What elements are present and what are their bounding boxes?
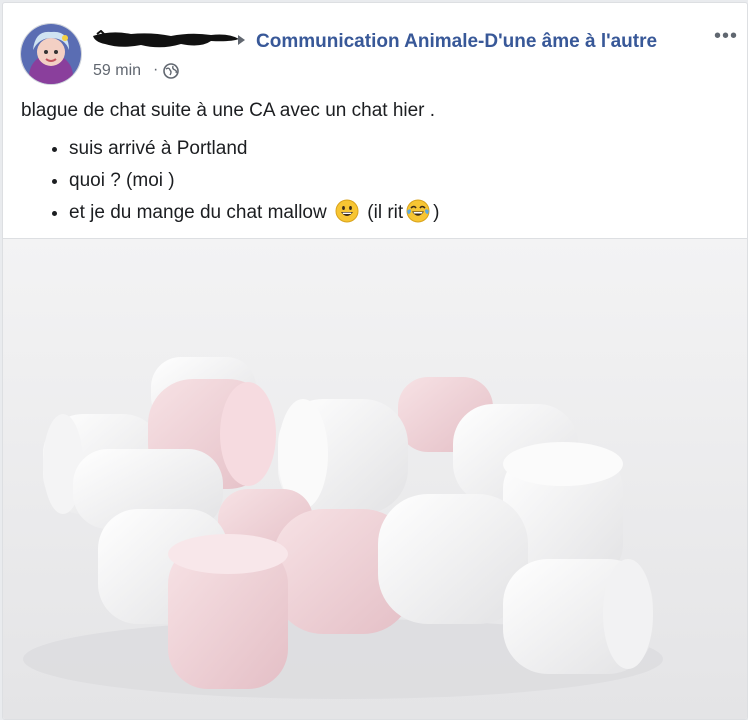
meta-separator: · [153, 61, 159, 78]
list-item: quoi ? (moi ) [69, 165, 731, 197]
list-item: et je du mange du chat mallow (il rit [69, 197, 731, 234]
group-name-link[interactable]: Communication Animale-D'une âme à l'autr… [256, 31, 657, 53]
more-options-icon[interactable]: ••• [714, 25, 738, 48]
redacted-author-name [91, 29, 241, 57]
list-item: suis arrivé à Portland [69, 133, 731, 165]
post-text: blague de chat suite à une CA avec un ch… [21, 97, 731, 234]
shared-to-arrow-icon [238, 35, 245, 45]
globe-icon[interactable] [163, 63, 179, 84]
grinning-face-icon [335, 199, 359, 234]
bullet-list: suis arrivé à Portland quoi ? (moi ) et … [21, 133, 731, 234]
profile-avatar[interactable] [20, 23, 82, 85]
feed-post: Communication Animale-D'une âme à l'autr… [2, 2, 748, 720]
post-timestamp[interactable]: 59 min [93, 62, 141, 80]
post-header: Communication Animale-D'une âme à l'autr… [3, 3, 747, 93]
post-photo[interactable] [3, 238, 747, 719]
tears-of-joy-icon [406, 199, 430, 234]
post-intro: blague de chat suite à une CA avec un ch… [21, 100, 436, 121]
